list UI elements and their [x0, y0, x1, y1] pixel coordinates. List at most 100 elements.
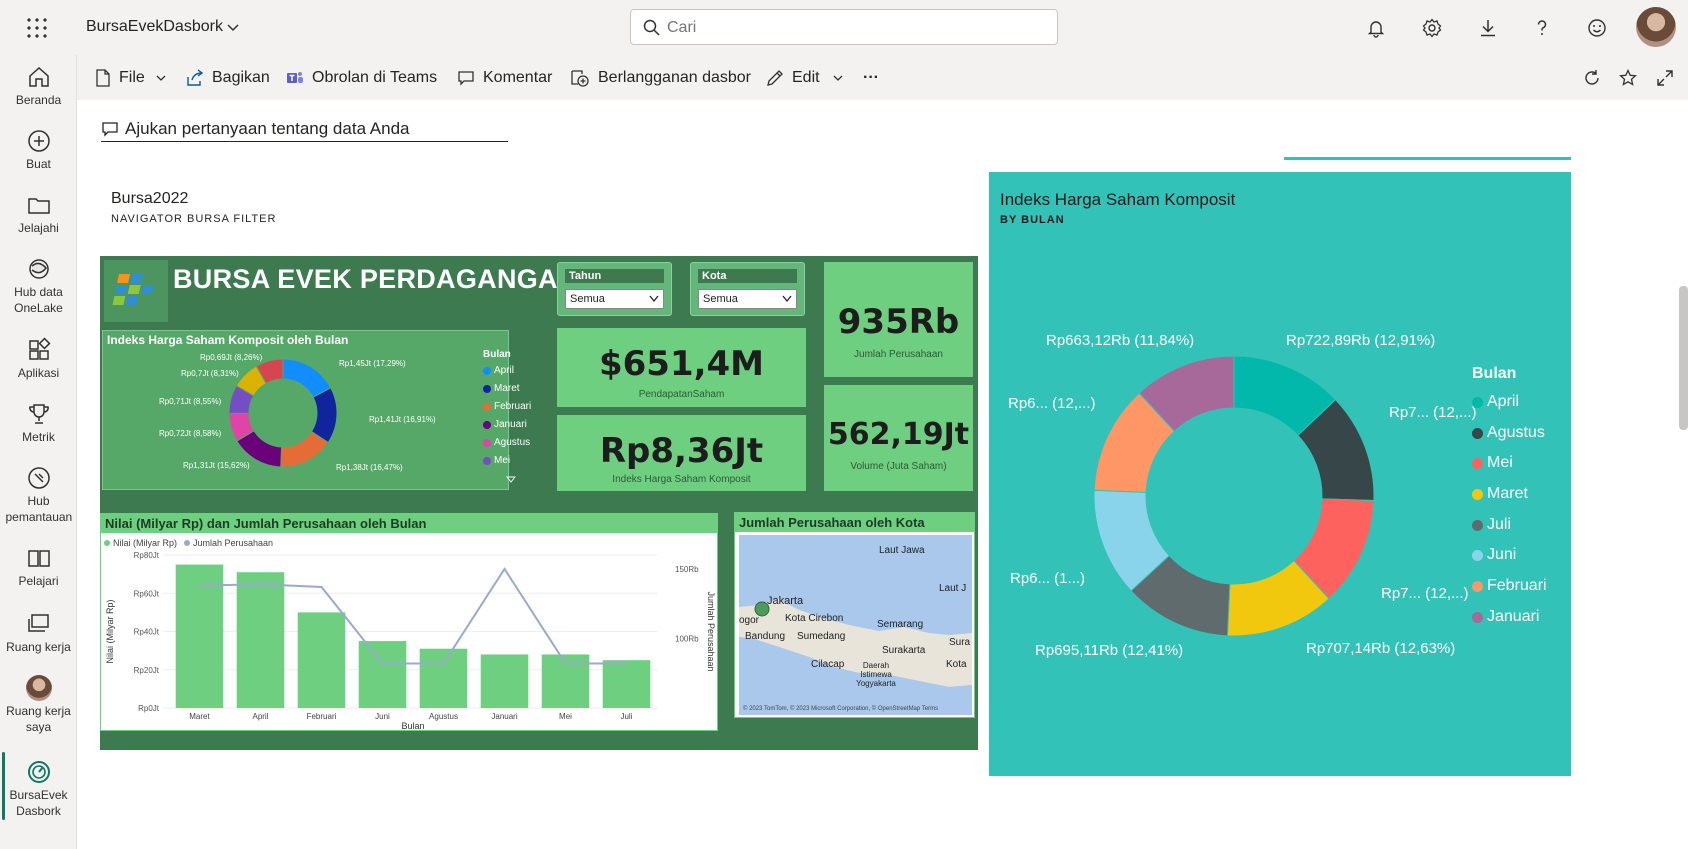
nav-item-dashboard[interactable]: BursaEvekDasbork — [0, 759, 77, 819]
nav-item-jelajahi[interactable]: Jelajahi — [0, 192, 77, 236]
more-options-button[interactable]: ··· — [863, 67, 879, 89]
kpi-card-index[interactable]: Rp8,36Jt Indeks Harga Saham Komposit — [557, 415, 806, 491]
app-name[interactable]: BursaEvekDasbork — [86, 18, 223, 36]
onelake-icon — [28, 259, 49, 279]
x-tick-label: Mei — [559, 712, 572, 721]
nav-item-hub-pemantauan[interactable]: Hub pemantauan — [0, 465, 77, 525]
subscribe-label: Berlangganan dasbor — [598, 69, 752, 86]
bar-juli[interactable] — [602, 660, 651, 708]
home-icon — [28, 66, 49, 87]
bell-icon[interactable] — [1364, 16, 1388, 40]
map-label: Jakarta — [767, 595, 804, 607]
legend-item[interactable]: Februari — [483, 401, 531, 412]
nav-item-aplikasi[interactable]: Aplikasi — [0, 337, 77, 381]
teams-chat-button[interactable]: Obrolan di Teams — [286, 67, 437, 89]
plus-circle-icon — [27, 130, 50, 152]
kpi-label: Indeks Harga Saham Komposit — [612, 474, 751, 485]
legend-item[interactable]: Agustus — [483, 437, 530, 448]
donut-tile[interactable]: Indeks Harga Saham Komposit BY BULAN Rp7… — [989, 172, 1571, 776]
legend-item[interactable]: Mei — [1472, 454, 1513, 472]
donut-chart-large[interactable] — [1092, 354, 1376, 638]
gear-icon[interactable] — [1420, 16, 1444, 40]
year-slicer[interactable]: Tahun Semua — [557, 262, 672, 316]
monitor-icon — [27, 467, 50, 489]
legend-label: Nilai (Milyar Rp) — [113, 538, 177, 548]
nav-item-buat[interactable]: Buat — [0, 128, 77, 172]
nav-item-beranda[interactable]: Beranda — [0, 64, 77, 108]
y2-axis-title: Jumlah Perusahaan — [706, 591, 716, 671]
comment-button[interactable]: Komentar — [457, 67, 552, 89]
file-menu[interactable]: File — [95, 67, 175, 89]
legend-item[interactable]: Mei — [483, 455, 510, 466]
data-label: Rp7... (12,...) — [1381, 585, 1469, 602]
report-visual[interactable]: BURSA EVEK PERDAGANGAN Tahun Semua Kota … — [100, 256, 978, 750]
pencil-icon — [767, 70, 783, 86]
legend-scroll-down-icon[interactable] — [506, 476, 516, 484]
user-avatar[interactable] — [1636, 7, 1676, 47]
qa-input[interactable]: Ajukan pertanyaan tentang data Anda — [101, 116, 508, 142]
subscribe-button[interactable]: Berlangganan dasbor — [570, 67, 751, 89]
dropdown-value: Semua — [570, 293, 605, 305]
donut-panel-small[interactable]: Indeks Harga Saham Komposit oleh Bulan R… — [102, 330, 531, 490]
data-label: Rp722,89Rb (12,91%) — [1286, 332, 1436, 349]
bar-januari[interactable] — [480, 654, 529, 708]
kpi-card-revenue[interactable]: $651,4M PendapatanSaham — [557, 328, 806, 407]
comment-icon — [458, 71, 474, 86]
bar-juni[interactable] — [358, 641, 407, 708]
kpi-card-companies[interactable]: 935Rb Jumlah Perusahaan — [824, 262, 973, 377]
bar-februari[interactable] — [297, 612, 346, 708]
kpi-label: Volume (Juta Saham) — [850, 461, 947, 472]
legend-item[interactable]: April — [483, 365, 514, 376]
page-scrollbar[interactable] — [1679, 286, 1688, 430]
donut-chart-small[interactable] — [227, 357, 339, 469]
share-button[interactable]: Bagikan — [186, 67, 270, 89]
search-input[interactable] — [667, 17, 1047, 39]
tile-subtitle: BY BULAN — [1000, 214, 1065, 226]
chevron-down-icon[interactable] — [226, 20, 240, 34]
edit-menu[interactable]: Edit — [766, 67, 852, 89]
nav-item-pelajari[interactable]: Pelajari — [0, 545, 77, 589]
tile-title[interactable]: Bursa2022 — [111, 190, 188, 208]
app-launcher-icon[interactable] — [26, 17, 48, 39]
city-dropdown[interactable]: Semua — [698, 289, 797, 309]
map-label: Kota — [946, 659, 967, 670]
help-icon[interactable] — [1530, 16, 1554, 40]
nav-item-ruang-kerja[interactable]: Ruang kerja — [0, 611, 77, 655]
chevron-down-icon — [156, 75, 166, 81]
data-label: Rp0,72Jt (8,58%) — [159, 429, 222, 438]
legend-item[interactable]: Januari — [483, 419, 527, 430]
map-visual[interactable]: Laut Jawa Laut J Jakarta ogor Kota Cireb… — [739, 535, 972, 715]
chat-bubble-icon — [102, 121, 118, 137]
legend-item[interactable]: Juni — [1472, 546, 1516, 564]
chevron-down-icon — [833, 75, 843, 81]
data-label: Rp1,41Jt (16,91%) — [369, 415, 436, 424]
legend-item[interactable]: Juli — [1472, 516, 1511, 534]
favorite-star-icon[interactable] — [1619, 67, 1645, 89]
legend-item[interactable]: Maret — [483, 383, 520, 394]
subscribe-icon — [571, 70, 589, 87]
legend-item[interactable]: Februari — [1472, 577, 1547, 595]
nav-item-ruang-kerja-saya[interactable]: Ruang kerja saya — [0, 675, 77, 735]
feedback-smiley-icon[interactable] — [1585, 16, 1609, 40]
search-box[interactable] — [630, 9, 1058, 45]
nav-item-onelake[interactable]: Hub data OneLake — [0, 256, 77, 316]
legend-item[interactable]: Maret — [1472, 485, 1528, 503]
x-tick-label: Juni — [375, 712, 390, 721]
trophy-icon — [28, 404, 49, 424]
legend-item[interactable]: Agustus — [1472, 424, 1545, 442]
map-panel[interactable]: Jumlah Perusahaan oleh Kota Laut Jawa La… — [734, 512, 975, 718]
combo-chart-panel[interactable]: Nilai (Milyar Rp) dan Jumlah Perusahaan … — [100, 513, 718, 731]
bar-agustus[interactable] — [419, 648, 468, 708]
year-dropdown[interactable]: Semua — [565, 289, 664, 309]
bar-april[interactable] — [236, 572, 285, 708]
legend-item[interactable]: April — [1472, 393, 1519, 411]
nav-item-metrik[interactable]: Metrik — [0, 401, 77, 445]
legend-item[interactable]: Januari — [1472, 608, 1539, 626]
download-icon[interactable] — [1476, 16, 1500, 40]
city-slicer[interactable]: Kota Semua — [690, 262, 805, 316]
refresh-icon[interactable] — [1583, 67, 1609, 89]
combo-chart[interactable]: Nilai (Milyar Rp) Jumlah Perusahaan Nilai … — [101, 533, 717, 730]
fullscreen-icon[interactable] — [1656, 67, 1682, 89]
kpi-card-volume[interactable]: 562,19Jt Volume (Juta Saham) — [824, 385, 973, 491]
action-toolbar: File Bagikan Obrolan di Teams Komentar B… — [77, 55, 1688, 100]
